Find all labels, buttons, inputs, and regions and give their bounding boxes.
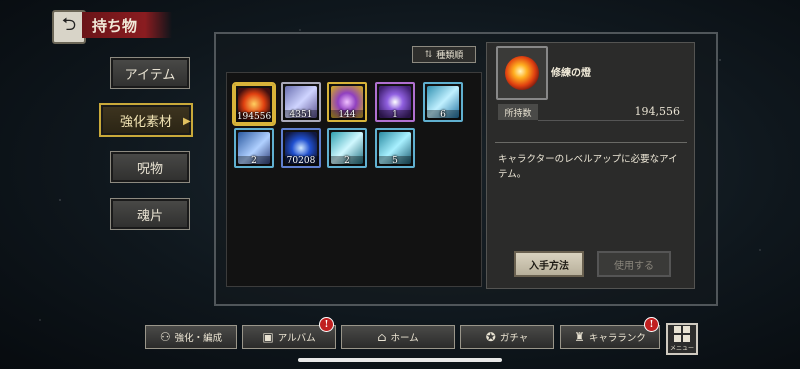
nav-rank-label: キャラランク bbox=[588, 333, 646, 344]
nav-upgrade-label: 強化・編成 bbox=[174, 333, 223, 344]
menu-grid-icon bbox=[674, 326, 690, 342]
item-description: キャラクターのレベルアップに必要なアイテム。 bbox=[498, 154, 678, 180]
sort-button[interactable]: ⇅ 種類順 bbox=[412, 46, 476, 63]
item-slot[interactable]: 4351 bbox=[281, 82, 321, 122]
item-slot[interactable]: 1 bbox=[375, 82, 415, 122]
item-slot[interactable]: 70208 bbox=[281, 128, 321, 168]
nav-album-label: アルバム bbox=[277, 333, 316, 344]
owned-count-value: 194,556 bbox=[538, 104, 684, 121]
item-slot[interactable]: 2 bbox=[327, 128, 367, 168]
nav-home-button[interactable]: ⌂ ホーム bbox=[341, 325, 455, 349]
nav-gacha-button[interactable]: ✪ ガチャ bbox=[460, 325, 554, 349]
acquire-method-button[interactable]: 入手方法 bbox=[514, 251, 584, 277]
album-icon: ▣ bbox=[262, 330, 274, 344]
owned-count-label: 所持数 bbox=[498, 104, 538, 120]
selected-item-icon bbox=[496, 46, 548, 100]
sort-icon: ⇅ bbox=[424, 49, 433, 60]
rank-alert-badge: ! bbox=[644, 317, 659, 332]
tab-cursed-objects[interactable]: 呪物 bbox=[110, 151, 190, 183]
use-button[interactable]: 使用する bbox=[597, 251, 671, 277]
tab-items[interactable]: アイテム bbox=[110, 57, 190, 89]
selected-item-name: 修練の燈 bbox=[551, 68, 591, 79]
item-slot[interactable]: 144 bbox=[327, 82, 367, 122]
tab-enhance-materials[interactable]: 強化素材 bbox=[99, 103, 193, 137]
back-arrow-icon: ⮌ bbox=[61, 14, 77, 35]
home-icon: ⌂ bbox=[377, 330, 387, 344]
item-slot[interactable]: 5 bbox=[375, 128, 415, 168]
back-button[interactable]: ⮌ bbox=[52, 10, 86, 44]
item-slot[interactable]: 6 bbox=[423, 82, 463, 122]
active-tab-arrow-icon: ▶ bbox=[183, 116, 191, 127]
album-alert-badge: ! bbox=[319, 317, 334, 332]
upgrade-icon: ⚇ bbox=[159, 330, 171, 344]
item-slot[interactable]: 2 bbox=[234, 128, 274, 168]
menu-button[interactable]: メニュー bbox=[666, 323, 698, 355]
nav-upgrade-button[interactable]: ⚇ 強化・編成 bbox=[145, 325, 237, 349]
home-indicator[interactable] bbox=[298, 358, 502, 362]
gacha-icon: ✪ bbox=[485, 330, 496, 344]
menu-label: メニュー bbox=[669, 345, 694, 352]
nav-home-label: ホーム bbox=[390, 333, 419, 344]
sort-label: 種類順 bbox=[436, 51, 464, 61]
tab-soul-fragments[interactable]: 魂片 bbox=[110, 198, 190, 230]
nav-gacha-label: ガチャ bbox=[499, 333, 529, 344]
divider bbox=[495, 142, 687, 143]
rank-icon: ♜ bbox=[574, 330, 585, 344]
fire-orb-icon bbox=[505, 56, 539, 90]
owned-count-row: 所持数 194,556 bbox=[498, 104, 684, 121]
page-title: 持ち物 bbox=[82, 12, 172, 38]
item-slot[interactable]: 194556 bbox=[232, 82, 276, 126]
